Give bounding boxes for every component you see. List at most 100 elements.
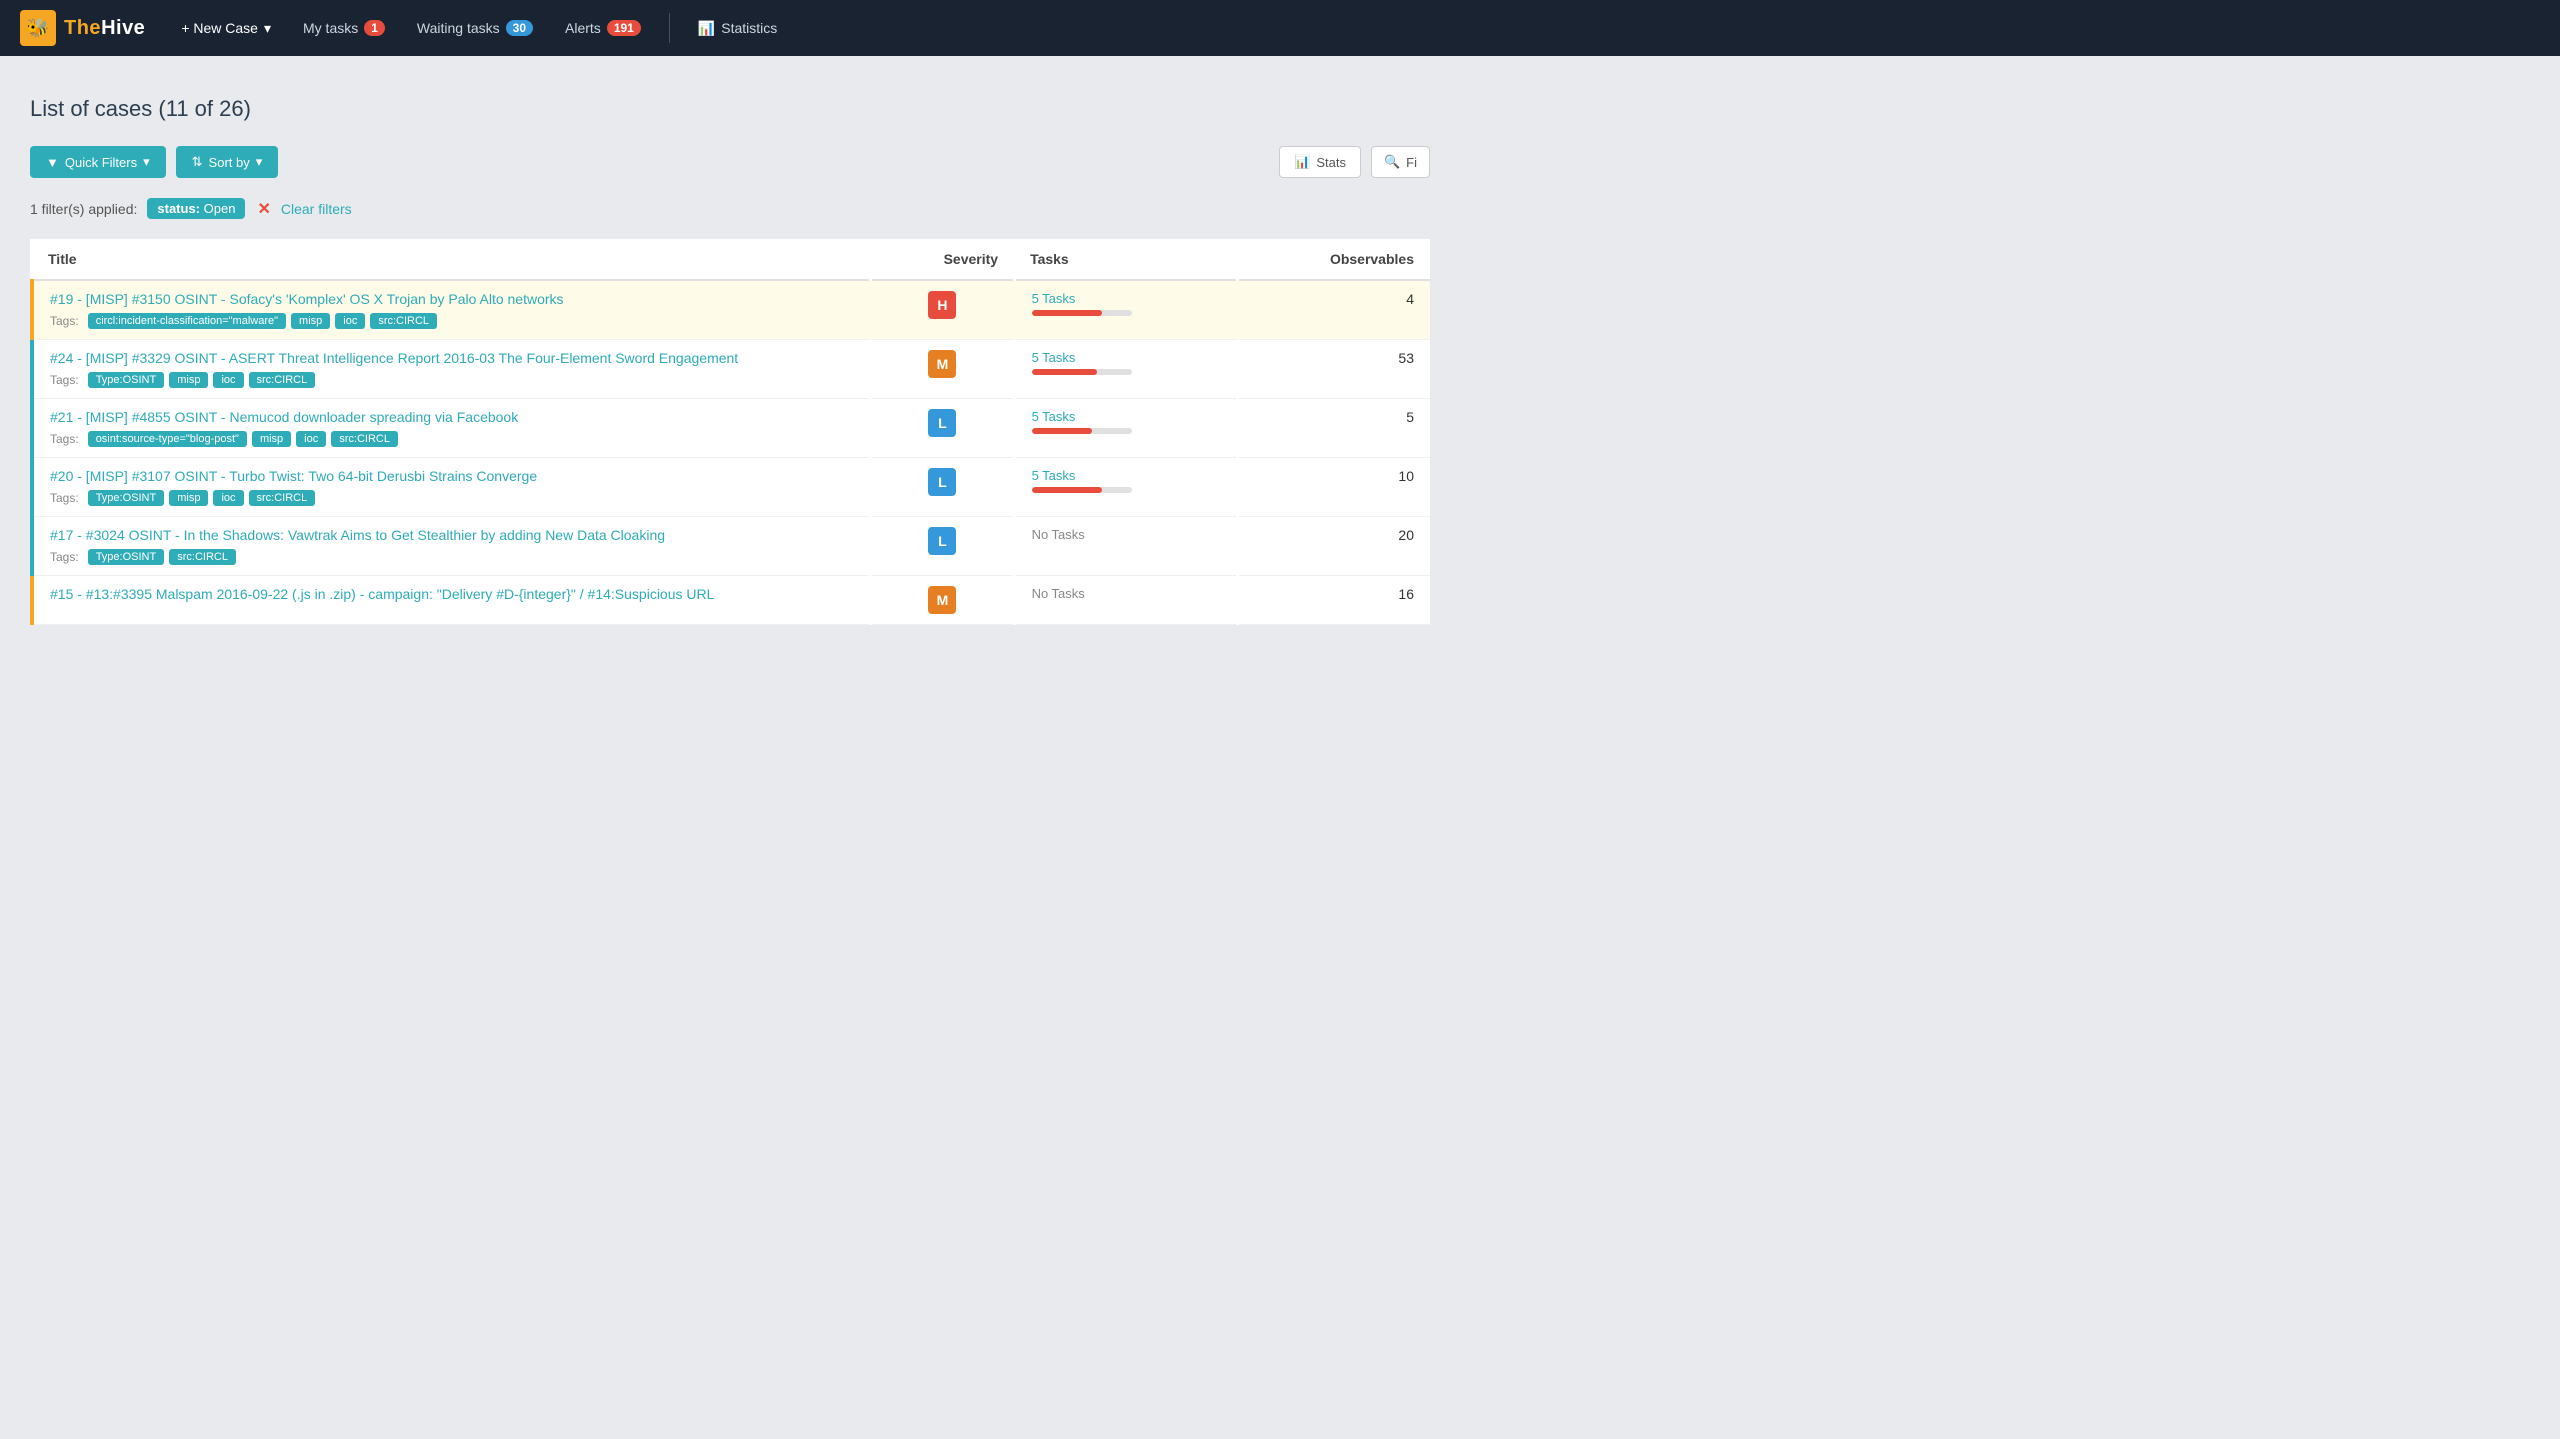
- tag: misp: [291, 313, 330, 329]
- case-title-link[interactable]: #21 - [MISP] #4855 OSINT - Nemucod downl…: [50, 409, 853, 425]
- filter-remove-button[interactable]: ✕: [257, 199, 270, 219]
- case-title-cell: #20 - [MISP] #3107 OSINT - Turbo Twist: …: [32, 458, 871, 517]
- search-icon: 🔍: [1384, 154, 1400, 170]
- tag: src:CIRCL: [331, 431, 398, 447]
- dropdown-arrow-icon: ▾: [264, 20, 271, 37]
- tags-row: Tags: osint:source-type="blog-post"mispi…: [50, 431, 853, 447]
- tag: src:CIRCL: [169, 549, 236, 565]
- table-row: #19 - [MISP] #3150 OSINT - Sofacy's 'Kom…: [32, 280, 1430, 340]
- tags-row: Tags: Type:OSINTmispiocsrc:CIRCL: [50, 490, 853, 506]
- alerts-badge: 191: [607, 20, 641, 36]
- tasks-label: No Tasks: [1032, 586, 1221, 601]
- tasks-cell: 5 Tasks: [1014, 340, 1238, 399]
- severity-cell: L: [871, 517, 1014, 576]
- navbar: 🐝 TheHive + New Case ▾ My tasks 1 Waitin…: [0, 0, 2560, 56]
- tags-row: Tags: circl:incident-classification="mal…: [50, 313, 853, 329]
- waiting-tasks-badge: 30: [506, 20, 533, 36]
- waiting-tasks-button[interactable]: Waiting tasks 30: [405, 12, 545, 44]
- observables-cell: 16: [1238, 576, 1430, 625]
- tasks-label: 5 Tasks: [1032, 350, 1221, 365]
- page-title: List of cases (11 of 26): [30, 96, 1430, 122]
- col-header-tasks: Tasks: [1014, 239, 1238, 280]
- observables-cell: 10: [1238, 458, 1430, 517]
- cases-table: Title Severity Tasks Observables #19 - […: [30, 239, 1430, 625]
- brand: 🐝 TheHive: [20, 10, 145, 46]
- tasks-label: No Tasks: [1032, 527, 1221, 542]
- bar-chart-icon: 📊: [698, 20, 715, 37]
- table-row: #17 - #3024 OSINT - In the Shadows: Vawt…: [32, 517, 1430, 576]
- tags-label: Tags:: [50, 432, 79, 446]
- table-row: #20 - [MISP] #3107 OSINT - Turbo Twist: …: [32, 458, 1430, 517]
- stats-chart-icon: 📊: [1294, 154, 1310, 170]
- table-row: #24 - [MISP] #3329 OSINT - ASERT Threat …: [32, 340, 1430, 399]
- tags-row: Tags: Type:OSINTmispiocsrc:CIRCL: [50, 372, 853, 388]
- brand-name: TheHive: [64, 17, 145, 40]
- case-title-link[interactable]: #19 - [MISP] #3150 OSINT - Sofacy's 'Kom…: [50, 291, 853, 307]
- tasks-label: 5 Tasks: [1032, 468, 1221, 483]
- stats-button[interactable]: 📊 Stats: [1279, 146, 1361, 178]
- progress-bar-container: [1032, 487, 1132, 493]
- tasks-cell: 5 Tasks: [1014, 280, 1238, 340]
- tasks-cell: No Tasks: [1014, 576, 1238, 625]
- case-title-link[interactable]: #20 - [MISP] #3107 OSINT - Turbo Twist: …: [50, 468, 853, 484]
- progress-bar-red: [1032, 428, 1092, 434]
- main-content: List of cases (11 of 26) ▼ Quick Filters…: [0, 56, 1460, 655]
- severity-cell: M: [871, 340, 1014, 399]
- tags-label: Tags:: [50, 491, 79, 505]
- table-row: #21 - [MISP] #4855 OSINT - Nemucod downl…: [32, 399, 1430, 458]
- case-title-cell: #17 - #3024 OSINT - In the Shadows: Vawt…: [32, 517, 871, 576]
- col-header-observables: Observables: [1238, 239, 1430, 280]
- clear-filters-link[interactable]: Clear filters: [281, 201, 352, 217]
- case-title-cell: #21 - [MISP] #4855 OSINT - Nemucod downl…: [32, 399, 871, 458]
- toolbar-left: ▼ Quick Filters ▾ ⇅ Sort by ▾: [30, 146, 278, 178]
- progress-bar-red: [1032, 369, 1097, 375]
- tags-label: Tags:: [50, 373, 79, 387]
- tag: Type:OSINT: [88, 372, 165, 388]
- table-row: #15 - #13:#3395 Malspam 2016-09-22 (.js …: [32, 576, 1430, 625]
- tag: misp: [252, 431, 291, 447]
- alerts-button[interactable]: Alerts 191: [553, 12, 653, 44]
- severity-cell: L: [871, 458, 1014, 517]
- sort-dropdown-icon: ▾: [256, 154, 263, 170]
- my-tasks-button[interactable]: My tasks 1: [291, 12, 397, 44]
- progress-bar-container: [1032, 369, 1132, 375]
- observables-cell: 5: [1238, 399, 1430, 458]
- toolbar: ▼ Quick Filters ▾ ⇅ Sort by ▾ 📊 Stats 🔍 …: [30, 146, 1430, 178]
- case-title-cell: #19 - [MISP] #3150 OSINT - Sofacy's 'Kom…: [32, 280, 871, 340]
- new-case-button[interactable]: + New Case ▾: [169, 12, 283, 45]
- tag: misp: [169, 372, 208, 388]
- tasks-label: 5 Tasks: [1032, 409, 1221, 424]
- quick-filters-button[interactable]: ▼ Quick Filters ▾: [30, 146, 166, 178]
- case-title-link[interactable]: #24 - [MISP] #3329 OSINT - ASERT Threat …: [50, 350, 853, 366]
- nav-divider: [669, 13, 670, 43]
- sort-by-button[interactable]: ⇅ Sort by ▾: [176, 146, 279, 178]
- tag: circl:incident-classification="malware": [88, 313, 286, 329]
- search-button[interactable]: 🔍 Fi: [1371, 146, 1430, 178]
- tag: ioc: [335, 313, 365, 329]
- observables-cell: 4: [1238, 280, 1430, 340]
- case-title-cell: #24 - [MISP] #3329 OSINT - ASERT Threat …: [32, 340, 871, 399]
- severity-badge: H: [928, 291, 956, 319]
- tasks-cell: No Tasks: [1014, 517, 1238, 576]
- severity-badge: M: [928, 350, 956, 378]
- severity-cell: M: [871, 576, 1014, 625]
- tag: ioc: [296, 431, 326, 447]
- sort-icon: ⇅: [192, 154, 203, 170]
- case-title-link[interactable]: #17 - #3024 OSINT - In the Shadows: Vawt…: [50, 527, 853, 543]
- brand-logo-icon: 🐝: [20, 10, 56, 46]
- tags-row: Tags: Type:OSINTsrc:CIRCL: [50, 549, 853, 565]
- severity-badge: L: [928, 409, 956, 437]
- filter-bar: 1 filter(s) applied: status: Open ✕ Clea…: [30, 198, 1430, 219]
- severity-cell: H: [871, 280, 1014, 340]
- statistics-button[interactable]: 📊 Statistics: [686, 12, 789, 45]
- col-header-title: Title: [32, 239, 871, 280]
- tasks-cell: 5 Tasks: [1014, 458, 1238, 517]
- table-header-row: Title Severity Tasks Observables: [32, 239, 1430, 280]
- tag: Type:OSINT: [88, 490, 165, 506]
- tag: ioc: [213, 490, 243, 506]
- col-header-severity: Severity: [871, 239, 1014, 280]
- tags-label: Tags:: [50, 550, 79, 564]
- filter-applied-count: 1 filter(s) applied:: [30, 201, 137, 217]
- case-title-link[interactable]: #15 - #13:#3395 Malspam 2016-09-22 (.js …: [50, 586, 853, 602]
- progress-bar-container: [1032, 428, 1132, 434]
